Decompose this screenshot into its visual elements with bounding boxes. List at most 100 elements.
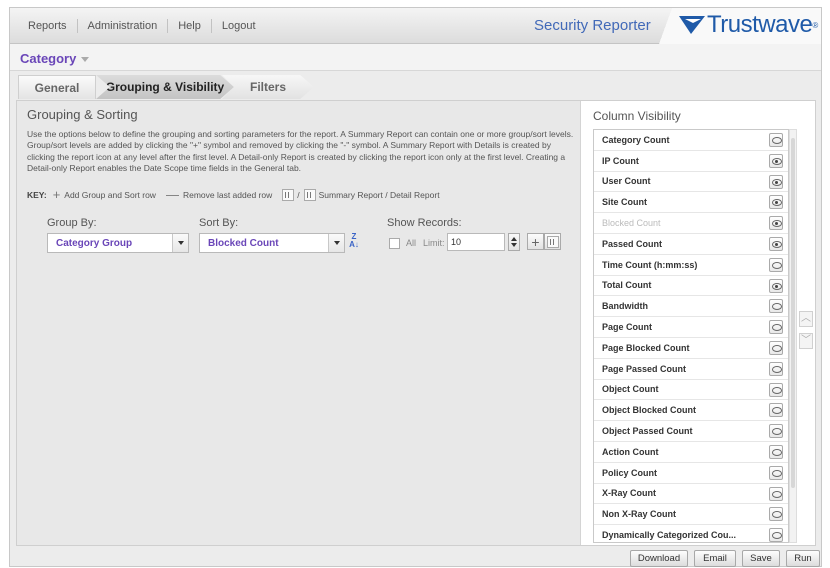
- column-visibility-list: Category Count IP Count User Count Site Cou…: [593, 129, 789, 543]
- eye-icon[interactable]: [769, 444, 783, 459]
- eye-icon[interactable]: [769, 403, 783, 418]
- sort-by-select[interactable]: Blocked Count: [199, 233, 345, 253]
- run-button[interactable]: Run: [786, 550, 820, 567]
- visibility-row[interactable]: Page Count: [594, 317, 788, 338]
- show-records-label: Show Records:: [387, 217, 462, 229]
- group-by-label: Group By:: [47, 217, 97, 229]
- visibility-row-label: Time Count (h:mm:ss): [602, 259, 698, 270]
- visibility-row[interactable]: X-Ray Count: [594, 484, 788, 505]
- tab-general[interactable]: General: [18, 75, 96, 99]
- eye-icon[interactable]: [769, 361, 783, 376]
- eye-icon[interactable]: [769, 133, 783, 147]
- chevron-down-icon: [328, 234, 344, 252]
- sort-icon-bottom: A↓: [349, 240, 359, 249]
- visibility-row-label: Site Count: [602, 197, 647, 208]
- visibility-row-label: Blocked Count: [602, 218, 661, 229]
- nav-logout[interactable]: Logout: [212, 19, 266, 33]
- visibility-row[interactable]: Category Count: [594, 130, 788, 151]
- nav-administration[interactable]: Administration: [78, 19, 169, 33]
- group-by-value: Category Group: [56, 237, 133, 249]
- eye-icon[interactable]: [769, 320, 783, 335]
- show-all-checkbox[interactable]: [389, 238, 400, 249]
- save-button[interactable]: Save: [742, 550, 780, 567]
- visibility-row[interactable]: Non X-Ray Count: [594, 504, 788, 526]
- grouping-title: Grouping & Sorting: [27, 107, 138, 122]
- visibility-row-label: Total Count: [602, 280, 652, 291]
- eye-icon[interactable]: [769, 153, 783, 168]
- add-row-button[interactable]: +: [527, 233, 544, 250]
- visibility-row-label: Object Blocked Count: [602, 405, 697, 416]
- report-type-button[interactable]: [544, 233, 561, 250]
- visibility-row-label: Policy Count: [602, 467, 658, 478]
- nav-help[interactable]: Help: [168, 19, 212, 33]
- eye-icon[interactable]: [769, 486, 783, 501]
- column-visibility-title: Column Visibility: [593, 109, 681, 123]
- eye-icon[interactable]: [769, 278, 783, 293]
- eye-icon[interactable]: [769, 236, 783, 251]
- group-by-select[interactable]: Category Group: [47, 233, 189, 253]
- minus-icon: —: [165, 187, 179, 202]
- caret-down-icon: [81, 57, 90, 63]
- visibility-row[interactable]: Object Blocked Count: [594, 400, 788, 422]
- visibility-scrollbar[interactable]: [789, 129, 797, 543]
- chevron-down-icon: [172, 234, 188, 252]
- chevron-down-icon[interactable]: ﹀: [799, 333, 813, 349]
- tab-grouping-visibility[interactable]: Grouping & Visibility: [96, 75, 234, 99]
- visibility-row[interactable]: IP Count: [594, 151, 788, 172]
- visibility-row-label: X-Ray Count: [602, 488, 656, 499]
- category-label: Category: [20, 51, 77, 66]
- visibility-row[interactable]: Object Passed Count: [594, 421, 788, 442]
- visibility-row[interactable]: Passed Count: [594, 234, 788, 255]
- visibility-row[interactable]: Page Blocked Count: [594, 338, 788, 359]
- scrollbar-thumb[interactable]: [791, 138, 795, 488]
- eye-icon[interactable]: [769, 299, 783, 314]
- visibility-row[interactable]: Dynamically Categorized Cou...: [594, 525, 788, 542]
- limit-label: Limit:: [423, 238, 445, 248]
- visibility-row-label: Action Count: [602, 446, 659, 457]
- visibility-row-label: Non X-Ray Count: [602, 509, 676, 520]
- main-nav: Reports Administration Help Logout: [18, 19, 266, 33]
- limit-input[interactable]: [447, 233, 505, 251]
- limit-spinner-icon[interactable]: [508, 233, 520, 251]
- visibility-row-label: User Count: [602, 176, 651, 187]
- report-icon: [546, 235, 559, 248]
- tab-filters[interactable]: Filters: [222, 75, 314, 99]
- visibility-row-label: Object Count: [602, 384, 659, 395]
- eye-icon[interactable]: [769, 528, 783, 542]
- eye-icon[interactable]: [769, 340, 783, 355]
- visibility-row-label: Page Count: [602, 322, 653, 333]
- visibility-row[interactable]: Site Count: [594, 192, 788, 214]
- eye-icon[interactable]: [769, 216, 783, 231]
- eye-icon[interactable]: [769, 174, 783, 189]
- email-button[interactable]: Email: [694, 550, 736, 567]
- visibility-row[interactable]: Page Passed Count: [594, 359, 788, 380]
- eye-icon[interactable]: [769, 465, 783, 480]
- eye-icon[interactable]: [769, 257, 783, 272]
- visibility-row-label: Object Passed Count: [602, 426, 693, 437]
- eye-icon[interactable]: [769, 507, 783, 522]
- key-label: KEY:: [27, 189, 47, 200]
- trustwave-logo: Trustwave ®: [677, 11, 818, 39]
- visibility-row[interactable]: Bandwidth: [594, 296, 788, 318]
- eye-icon[interactable]: [769, 424, 783, 439]
- visibility-row[interactable]: Action Count: [594, 442, 788, 463]
- visibility-row[interactable]: User Count: [594, 172, 788, 193]
- sort-az-icon[interactable]: Z A↓: [347, 233, 361, 253]
- show-all-label: All: [406, 238, 417, 248]
- logo-mark: ®: [812, 20, 819, 30]
- visibility-row[interactable]: Policy Count: [594, 463, 788, 484]
- visibility-row[interactable]: Total Count: [594, 276, 788, 297]
- logo-text: Trustwave: [707, 11, 813, 38]
- product-name: Security Reporter: [534, 17, 651, 34]
- key-add-text: Add Group and Sort row: [64, 189, 156, 200]
- visibility-row[interactable]: Blocked Count: [594, 213, 788, 234]
- download-button[interactable]: Download: [630, 550, 688, 567]
- category-dropdown[interactable]: Category: [20, 51, 90, 66]
- visibility-row[interactable]: Object Count: [594, 380, 788, 401]
- chevron-up-icon[interactable]: ︿: [799, 311, 813, 327]
- eye-icon[interactable]: [769, 382, 783, 397]
- visibility-row[interactable]: Time Count (h:mm:ss): [594, 255, 788, 276]
- eye-icon[interactable]: [769, 195, 783, 210]
- visibility-row-label: Bandwidth: [602, 301, 648, 312]
- nav-reports[interactable]: Reports: [18, 19, 78, 33]
